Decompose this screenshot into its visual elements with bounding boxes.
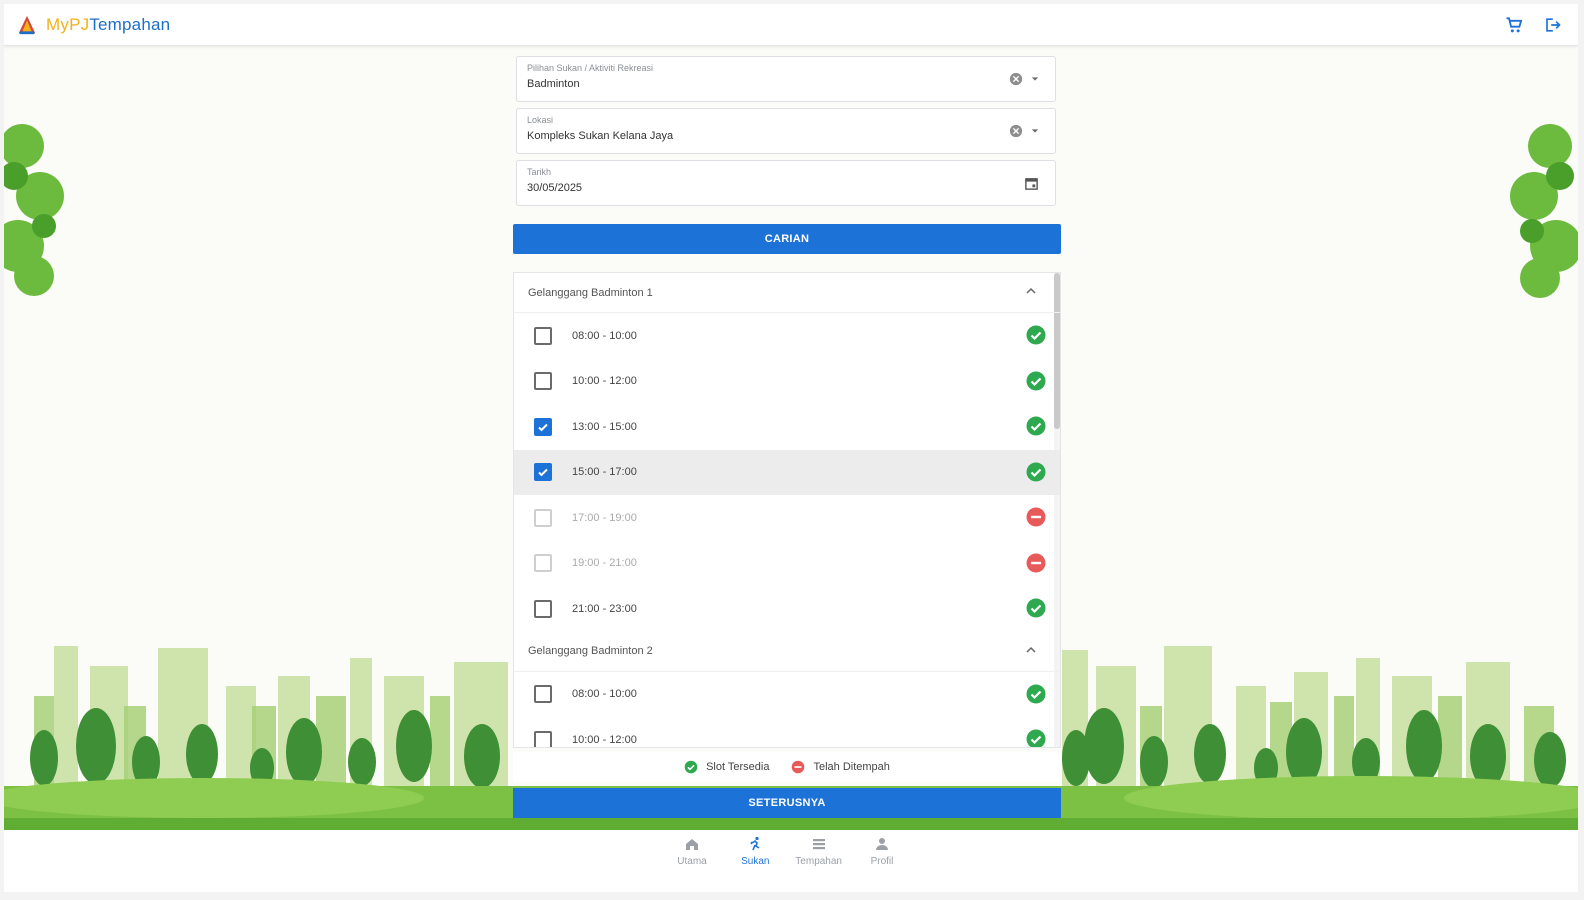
sport-select-value: Badminton xyxy=(527,78,580,90)
app-frame: MyPJTempahan Pilihan Sukan / Aktiviti Re… xyxy=(4,4,1578,892)
home-icon xyxy=(686,839,698,850)
check-circle-icon xyxy=(1026,416,1046,436)
brand-name: MyPJTempahan xyxy=(46,14,171,34)
date-field-label: Tarikh xyxy=(527,167,552,177)
running-icon xyxy=(750,836,760,851)
legend-available: Slot Tersedia xyxy=(684,760,769,774)
slot-time: 21:00 - 23:00 xyxy=(572,602,637,615)
nav-sports-label: Sukan xyxy=(741,856,770,867)
slot-time: 08:00 - 10:00 xyxy=(572,329,637,342)
minus-circle-icon xyxy=(792,760,805,774)
slot-checkbox xyxy=(534,554,552,573)
slot-time: 15:00 - 17:00 xyxy=(572,466,637,479)
slot-time: 17:00 - 19:00 xyxy=(572,511,637,524)
logo[interactable]: MyPJTempahan xyxy=(16,14,170,36)
nav-profile[interactable]: Profil xyxy=(852,836,912,882)
time-slot-row[interactable]: 13:00 - 15:00 xyxy=(514,404,1060,450)
time-slot-row: 19:00 - 21:00 xyxy=(514,541,1060,587)
check-circle-icon xyxy=(684,760,698,774)
time-slot-row[interactable]: 08:00 - 10:00 xyxy=(514,672,1060,718)
location-select-label: Lokasi xyxy=(527,115,554,125)
minus-circle-icon xyxy=(1026,553,1046,572)
check-circle-icon xyxy=(1026,371,1046,390)
legend-booked-label: Telah Ditempah xyxy=(813,761,890,773)
time-slot-row[interactable]: 15:00 - 17:00 xyxy=(514,449,1060,495)
cart-icon xyxy=(1506,16,1523,32)
slot-checkbox[interactable] xyxy=(534,685,552,704)
check-circle-icon xyxy=(1026,684,1046,703)
slot-time: 08:00 - 10:00 xyxy=(572,688,637,701)
location-select-value: Kompleks Sukan Kelana Jaya xyxy=(527,130,674,142)
list-icon xyxy=(812,839,825,850)
check-circle-icon xyxy=(1026,729,1046,747)
legend-available-label: Slot Tersedia xyxy=(706,761,770,773)
slot-checkbox[interactable] xyxy=(534,730,552,747)
court-header[interactable]: Gelanggang Badminton 1 xyxy=(514,273,1060,313)
sport-select[interactable]: Pilihan Sukan / Aktiviti Rekreasi Badmin… xyxy=(516,56,1056,102)
time-slot-row[interactable]: 08:00 - 10:00 xyxy=(514,313,1060,359)
slot-checkbox[interactable] xyxy=(534,372,552,391)
court-name: Gelanggang Badminton 1 xyxy=(528,286,653,299)
time-slot-row[interactable]: 21:00 - 23:00 xyxy=(514,586,1060,632)
legend-booked: Telah Ditempah xyxy=(791,760,890,774)
court-header[interactable]: Gelanggang Badminton 2 xyxy=(514,632,1060,672)
slot-list[interactable]: Gelanggang Badminton 1 08:00 - 10:00 10:0… xyxy=(513,272,1061,748)
chevron-down-icon[interactable] xyxy=(1031,75,1039,83)
logout-icon xyxy=(1546,17,1561,32)
date-field[interactable]: Tarikh 30/05/2025 xyxy=(516,160,1056,206)
nav-sports[interactable]: Sukan xyxy=(725,836,785,882)
slot-time: 19:00 - 21:00 xyxy=(572,557,637,570)
legend: Slot Tersedia Telah Ditempah xyxy=(513,752,1061,782)
slot-checkbox xyxy=(534,508,552,527)
logo-icon xyxy=(18,15,36,34)
time-slot-row: 17:00 - 19:00 xyxy=(514,495,1060,541)
check-circle-icon xyxy=(1026,598,1046,618)
court-name: Gelanggang Badminton 2 xyxy=(528,645,653,657)
top-app-bar: MyPJTempahan xyxy=(4,4,1578,46)
nav-home-label: Utama xyxy=(677,856,707,867)
nav-home[interactable]: Utama xyxy=(662,836,722,882)
time-slot-row[interactable]: 10:00 - 12:00 xyxy=(514,359,1060,405)
clear-icon[interactable] xyxy=(1009,124,1023,138)
search-button[interactable]: CARIAN xyxy=(513,224,1061,254)
check-circle-icon xyxy=(1026,462,1046,481)
slot-checkbox[interactable] xyxy=(534,463,552,482)
date-field-value: 30/05/2025 xyxy=(527,182,583,194)
bottom-navigation: Utama Sukan Tempahan Profil xyxy=(662,836,912,882)
slot-time: 13:00 - 15:00 xyxy=(572,420,637,433)
user-icon xyxy=(875,838,888,850)
cart-button[interactable] xyxy=(1504,15,1524,35)
nav-bookings-label: Tempahan xyxy=(795,856,842,867)
check-circle-icon xyxy=(1026,325,1046,345)
chevron-up-icon[interactable] xyxy=(1026,287,1036,295)
slot-time: 10:00 - 12:00 xyxy=(572,733,637,746)
chevron-up-icon[interactable] xyxy=(1026,646,1036,654)
time-slot-row[interactable]: 10:00 - 12:00 xyxy=(514,717,1060,747)
nav-profile-label: Profil xyxy=(870,856,894,867)
slot-time: 10:00 - 12:00 xyxy=(572,375,637,388)
logout-button[interactable] xyxy=(1542,15,1562,35)
calendar-icon[interactable] xyxy=(1024,176,1039,191)
clear-icon[interactable] xyxy=(1009,72,1023,86)
minus-circle-icon xyxy=(1026,507,1046,527)
chevron-down-icon[interactable] xyxy=(1031,127,1039,135)
slot-checkbox[interactable] xyxy=(534,326,552,345)
nav-bookings[interactable]: Tempahan xyxy=(789,836,849,882)
location-select[interactable]: Lokasi Kompleks Sukan Kelana Jaya xyxy=(516,108,1056,154)
slot-checkbox[interactable] xyxy=(534,599,552,618)
slot-checkbox[interactable] xyxy=(534,417,552,436)
next-button[interactable]: SETERUSNYA xyxy=(513,788,1061,818)
sport-select-label: Pilihan Sukan / Aktiviti Rekreasi xyxy=(527,63,654,73)
booking-form: Pilihan Sukan / Aktiviti Rekreasi Badmin… xyxy=(510,46,1061,830)
